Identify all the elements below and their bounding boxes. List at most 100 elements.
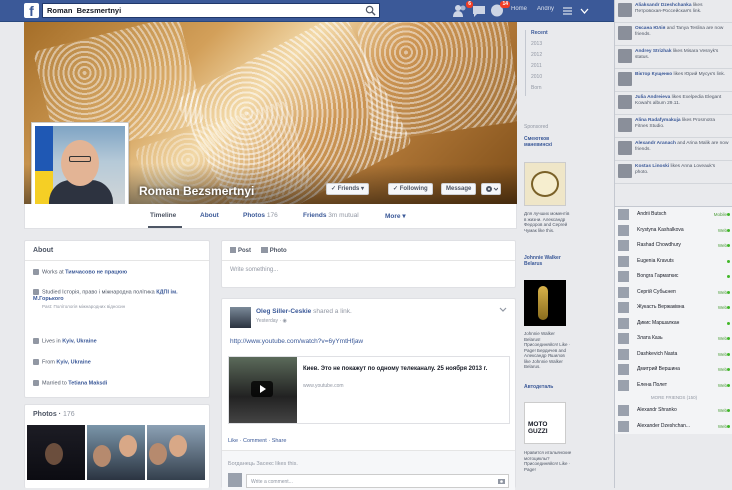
chat-contact[interactable]: Andrii Butsch Mobile — [615, 207, 732, 223]
video-thumbnail[interactable] — [229, 357, 297, 423]
photo-tab[interactable]: Photo — [260, 247, 287, 254]
following-button[interactable]: ✓ Following — [388, 183, 433, 195]
ticker-item[interactable]: Оксана Юлія and Tanya Teslina are now fr… — [615, 23, 732, 46]
chat-contact[interactable]: Rashad Chowdhury Web — [615, 238, 732, 254]
likes-summary[interactable]: Богданець Засекс likes this. — [228, 461, 298, 467]
tab-friends[interactable]: Friends 3m mutual — [303, 212, 359, 219]
link-domain: www.youtube.com — [303, 383, 344, 389]
profile-link[interactable]: Andriy — [537, 6, 554, 12]
top-bar: f 6 14 Home Andriy — [0, 0, 614, 22]
chat-contact[interactable]: Krystyna Kashalkova Web — [615, 223, 732, 239]
search-input[interactable] — [43, 4, 358, 17]
ticker-item[interactable]: Andrey Strizhak likes Misara Vesnyk's st… — [615, 46, 732, 69]
online-dot-icon — [727, 259, 730, 263]
camera-icon — [260, 247, 268, 253]
tab-photos[interactable]: Photos 176 — [243, 212, 278, 219]
year-link[interactable]: Born — [531, 85, 573, 96]
author-avatar[interactable] — [230, 307, 251, 328]
search-box[interactable] — [42, 3, 380, 18]
photos-title[interactable]: Photos · 176 — [25, 405, 209, 424]
ad-title[interactable]: Автодеталь — [524, 384, 572, 390]
year-link[interactable]: 2012 — [531, 52, 573, 63]
profile-name[interactable]: Roman Bezsmertnyi — [139, 184, 254, 198]
post-author[interactable]: Oleg Siller-Ceskie — [256, 308, 311, 315]
about-relationship: Married to Tetiana Maksdi — [33, 380, 107, 386]
notifications-badge: 14 — [500, 1, 510, 8]
avatar — [618, 95, 632, 109]
ticker-item[interactable]: Kostas Linoski likes Anna Loveauk's phot… — [615, 161, 732, 184]
chat-contact[interactable]: Bongra Гарматкис — [615, 269, 732, 285]
online-dot-icon — [727, 337, 730, 340]
year-link[interactable]: 2013 — [531, 41, 573, 52]
avatar — [618, 348, 629, 360]
online-dot-icon — [727, 244, 730, 247]
chat-contact[interactable]: Сергій Субьєнеп Web — [615, 285, 732, 301]
tab-about[interactable]: About — [200, 212, 219, 219]
ad-image[interactable]: MOTO GUZZI — [524, 402, 566, 444]
photo-thumbnail[interactable] — [87, 425, 145, 480]
settings-gear-icon[interactable] — [563, 7, 572, 15]
ticker-item[interactable]: Julia Andreieva likes Exelpedia Elegant … — [615, 92, 732, 115]
year-link[interactable]: 2011 — [531, 63, 573, 74]
ticker-item[interactable]: Alina Radafymakuja likes Prosmotra Fitne… — [615, 115, 732, 138]
tab-more[interactable]: More ▾ — [385, 212, 406, 220]
search-icon[interactable] — [365, 5, 376, 16]
pencil-icon — [230, 247, 236, 253]
avatar — [618, 209, 629, 220]
ticker-item[interactable]: Aliaksandr Dzeshchanka likes Петровская-… — [615, 0, 732, 23]
post-tab[interactable]: Post — [230, 247, 251, 254]
chat-contact[interactable]: Eugenia Kravuts — [615, 254, 732, 270]
post-actions[interactable]: Like · Comment · Share — [228, 438, 286, 444]
chat-contact[interactable]: Alexandr Shranko Web — [615, 403, 732, 419]
avatar — [618, 72, 632, 86]
more-options-button[interactable] — [481, 183, 501, 195]
chat-contact[interactable]: Дмитрий Вершина Web — [615, 362, 732, 378]
avatar — [618, 3, 632, 17]
online-dot-icon — [727, 321, 730, 325]
ad-title[interactable]: Смеютков маневинскі — [524, 136, 572, 148]
more-friends-divider: MORE FRIENDS (150) — [650, 395, 698, 400]
post-url[interactable]: http://www.youtube.com/watch?v=6yYmtHfja… — [230, 338, 363, 345]
facebook-logo-icon[interactable]: f — [24, 3, 39, 19]
chat-contact[interactable]: Alexander Dzeshchan... Web — [615, 419, 732, 435]
avatar — [618, 141, 632, 155]
about-work: Works at Тимчасово не працюю — [33, 269, 127, 275]
chat-contact[interactable]: Злата Казь Web — [615, 331, 732, 347]
ticker-item[interactable]: Віктор Кущенко likes Юрий Мусук's link. — [615, 69, 732, 92]
link-preview[interactable]: Киев. Это не покажут по одному телеканал… — [228, 356, 510, 424]
home-link[interactable]: Home — [511, 6, 527, 12]
photo-thumbnail[interactable] — [147, 425, 205, 480]
right-rail: Recent 2013 2012 2011 2010 Born Sponsore… — [520, 22, 614, 488]
friends-button[interactable]: ✓ Friends ▾ — [326, 183, 370, 195]
post-time[interactable]: Yesterday · ◉ — [256, 318, 287, 324]
chevron-down-icon[interactable] — [580, 7, 589, 15]
ticker-item[interactable]: Alexandr Aranach and Arina Malik are now… — [615, 138, 732, 161]
message-button[interactable]: Message — [441, 183, 477, 195]
messages-icon[interactable] — [471, 3, 487, 18]
ad-text: Johnnie Walker Belarus! Присоединяйся! L… — [524, 331, 571, 369]
chat-contact[interactable]: Елена Полет Web — [615, 378, 732, 394]
online-dot-icon — [727, 368, 730, 371]
camera-icon[interactable] — [498, 478, 505, 484]
comment-input[interactable]: Write a comment... — [246, 474, 509, 488]
ad-title[interactable]: Johnnie Walker Belarus — [524, 255, 572, 267]
chat-contact[interactable]: Дикис Маршалкан — [615, 316, 732, 332]
ticker-sidebar: Aliaksandr Dzeshchanka likes Петровская-… — [614, 0, 732, 488]
avatar — [618, 379, 629, 391]
online-dot-icon — [727, 228, 730, 232]
chat-contact[interactable]: Dashkevich Nasta Web — [615, 347, 732, 363]
notifications-icon[interactable]: 14 — [489, 1, 510, 18]
year-link[interactable]: 2010 — [531, 74, 573, 85]
ad-image[interactable] — [524, 280, 566, 326]
composer-input[interactable]: Write something... — [222, 261, 515, 279]
ad-image[interactable] — [524, 162, 566, 206]
link-title[interactable]: Киев. Это не покажут по одному телеканал… — [303, 365, 503, 373]
year-link[interactable]: Recent — [531, 30, 573, 41]
friend-requests-icon[interactable]: 6 — [452, 1, 473, 18]
viewer-avatar — [228, 473, 242, 487]
chat-contact[interactable]: Жукасть Вержаківна Web — [615, 300, 732, 316]
online-dot-icon — [727, 383, 730, 387]
photo-thumbnail[interactable] — [27, 425, 85, 480]
tab-timeline[interactable]: Timeline — [150, 212, 176, 219]
chevron-down-icon[interactable] — [499, 307, 507, 313]
